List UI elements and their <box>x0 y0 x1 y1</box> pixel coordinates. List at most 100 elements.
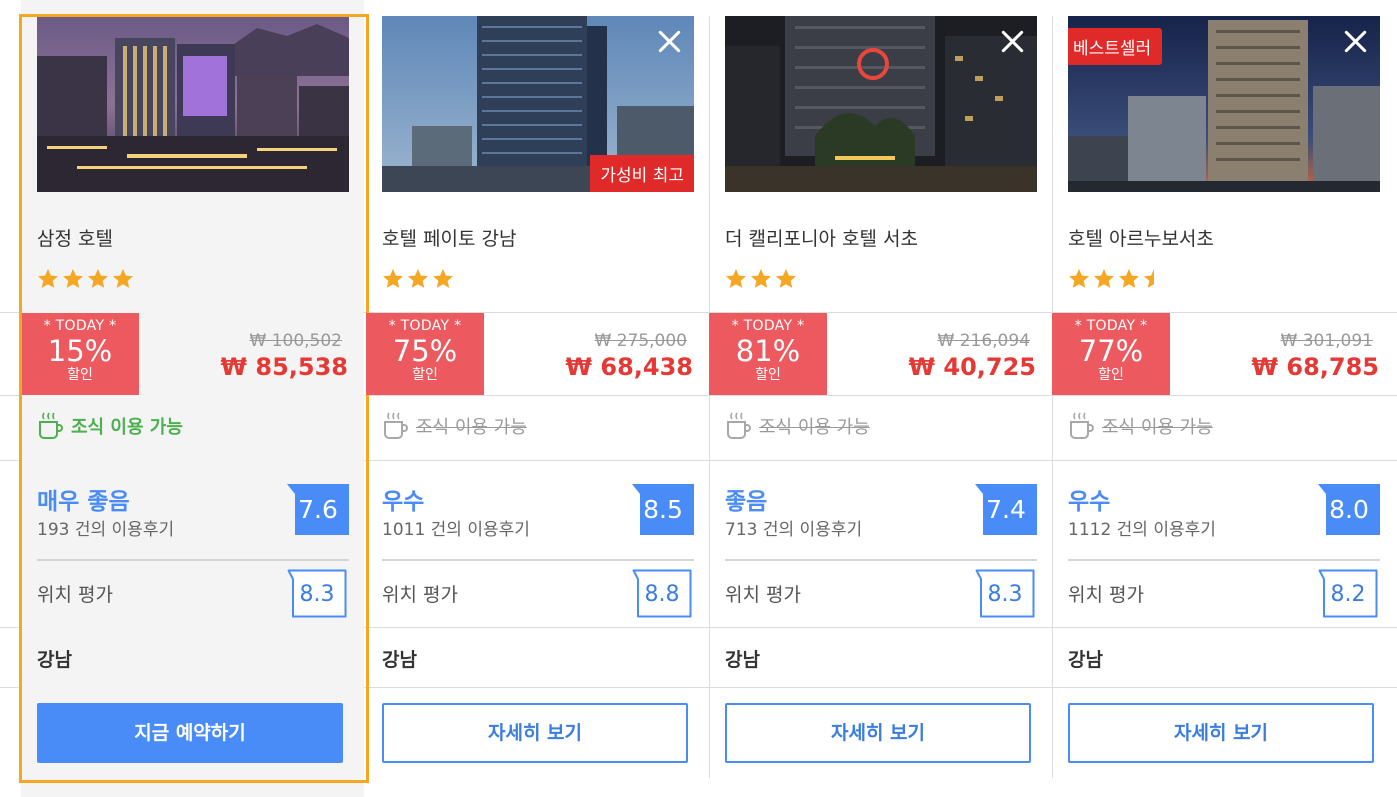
review-score-badge: 7.6 <box>287 484 349 535</box>
close-icon[interactable] <box>656 28 682 54</box>
close-icon[interactable] <box>1342 28 1368 54</box>
divider <box>1068 559 1380 561</box>
view-details-button[interactable]: 자세히 보기 <box>1068 703 1374 763</box>
breakfast-info: 조식 이용 가능 <box>1068 410 1213 442</box>
breakfast-info: 조식 이용 가능 <box>37 410 183 442</box>
star-icon <box>63 269 83 288</box>
star-icon <box>776 269 796 288</box>
review-count[interactable]: 713 건의 이용후기 <box>725 515 862 540</box>
location-score: 8.8 <box>644 582 680 607</box>
district: 강남 <box>725 649 760 671</box>
district: 강남 <box>1068 649 1103 671</box>
rating-word: 우수 <box>382 489 425 515</box>
location-score-badge: 8.3 <box>287 569 347 618</box>
review-score: 7.4 <box>986 495 1026 524</box>
district: 강남 <box>382 649 417 671</box>
today-label: * TODAY * <box>731 318 805 334</box>
original-price: ₩ 100,502 <box>249 331 342 351</box>
rating-word: 매우 좋음 <box>37 489 130 515</box>
star-icon <box>38 269 58 288</box>
star-icon <box>726 269 746 288</box>
deal-row: * TODAY * 75% 할인 ₩ 275,000 ₩ 68,438 <box>366 313 709 395</box>
district: 강남 <box>37 649 72 671</box>
hotel-card[interactable]: 삼정 호텔 * TODAY * 15% 할인 ₩ 100,502 ₩ 85,53… <box>21 0 364 797</box>
discount-percent: 81% <box>735 334 801 368</box>
hotel-name[interactable]: 더 캘리포니아 호텔 서초 <box>725 224 918 251</box>
discount-suffix: 할인 <box>755 367 781 383</box>
hotel-photo[interactable]: 가성비 최고 <box>382 16 694 192</box>
location-label: 위치 평가 <box>382 584 458 606</box>
breakfast-label: 조식 이용 가능 <box>416 417 527 438</box>
discount-badge: * TODAY * 75% 할인 <box>366 313 484 395</box>
original-price: ₩ 275,000 <box>594 331 687 351</box>
discount-suffix: 할인 <box>412 367 438 383</box>
breakfast-info: 조식 이용 가능 <box>725 410 870 442</box>
book-now-button[interactable]: 지금 예약하기 <box>37 703 343 763</box>
discount-percent: 77% <box>1078 334 1144 368</box>
deal-row: * TODAY * 77% 할인 ₩ 301,091 ₩ 68,785 <box>1052 313 1395 395</box>
hotel-photo[interactable] <box>37 16 349 192</box>
discount-suffix: 할인 <box>1098 367 1124 383</box>
close-icon[interactable] <box>999 28 1025 54</box>
star-icon <box>1119 269 1139 288</box>
star-icon <box>1094 269 1114 288</box>
location-score-badge: 8.2 <box>1318 569 1378 618</box>
hotel-photo[interactable]: 베스트셀러 <box>1068 16 1380 192</box>
star-icon <box>433 269 453 288</box>
sale-price: ₩ 40,725 <box>908 353 1036 381</box>
hotel-name[interactable]: 호텔 페이토 강남 <box>382 224 516 251</box>
star-icon <box>751 269 771 288</box>
discount-badge: * TODAY * 15% 할인 <box>21 313 139 395</box>
star-rating <box>382 268 457 294</box>
location-label: 위치 평가 <box>1068 584 1144 606</box>
location-score: 8.2 <box>1330 582 1366 607</box>
review-score-badge: 7.4 <box>975 484 1037 535</box>
review-score-badge: 8.0 <box>1318 484 1380 535</box>
hotel-name[interactable]: 호텔 아르누보서초 <box>1068 224 1214 251</box>
original-price: ₩ 216,094 <box>937 331 1030 351</box>
review-count[interactable]: 1011 건의 이용후기 <box>382 515 530 540</box>
location-label: 위치 평가 <box>37 584 113 606</box>
breakfast-info: 조식 이용 가능 <box>382 410 527 442</box>
view-details-button[interactable]: 자세히 보기 <box>725 703 1031 763</box>
bestseller-badge: 베스트셀러 <box>1068 28 1163 65</box>
star-rating <box>725 268 800 294</box>
review-score: 8.5 <box>643 495 683 524</box>
sale-price: ₩ 68,785 <box>1251 353 1379 381</box>
location-score-badge: 8.3 <box>975 569 1035 618</box>
coffee-cup-icon <box>384 412 408 439</box>
review-score-badge: 8.5 <box>632 484 694 535</box>
breakfast-label: 조식 이용 가능 <box>759 417 870 438</box>
rating-word: 좋음 <box>725 489 768 515</box>
hotel-card[interactable]: 베스트셀러 호텔 아르누보서초 * TODAY * 77% 할인 ₩ 301,0… <box>1052 0 1395 797</box>
star-rating <box>1068 268 1168 294</box>
view-details-button[interactable]: 자세히 보기 <box>382 703 688 763</box>
sale-price: ₩ 68,438 <box>565 353 693 381</box>
breakfast-label: 조식 이용 가능 <box>1102 417 1213 438</box>
hotel-name[interactable]: 삼정 호텔 <box>37 224 113 251</box>
review-count[interactable]: 1112 건의 이용후기 <box>1068 515 1216 540</box>
review-score: 8.0 <box>1329 495 1369 524</box>
star-icon <box>1069 269 1089 288</box>
discount-badge: * TODAY * 77% 할인 <box>1052 313 1170 395</box>
hotel-card[interactable]: 가성비 최고 호텔 페이토 강남 * TODAY * 75% 할인 ₩ 275,… <box>366 0 709 797</box>
deal-row: * TODAY * 15% 할인 ₩ 100,502 ₩ 85,538 <box>21 313 364 395</box>
star-icon <box>1144 269 1154 288</box>
value-badge: 가성비 최고 <box>590 155 694 192</box>
today-label: * TODAY * <box>388 318 462 334</box>
star-icon <box>383 269 403 288</box>
divider <box>725 559 1037 561</box>
star-rating <box>37 268 137 294</box>
location-score: 8.3 <box>987 582 1023 607</box>
hotel-photo[interactable] <box>725 16 1037 192</box>
hotel-card[interactable]: 더 캘리포니아 호텔 서초 * TODAY * 81% 할인 ₩ 216,094… <box>709 0 1052 797</box>
divider <box>37 559 349 561</box>
today-label: * TODAY * <box>43 318 117 334</box>
divider <box>382 559 694 561</box>
discount-percent: 15% <box>47 334 113 368</box>
review-score: 7.6 <box>298 495 338 524</box>
breakfast-label: 조식 이용 가능 <box>71 417 183 438</box>
coffee-cup-icon <box>727 412 751 439</box>
coffee-cup-icon <box>1070 412 1094 439</box>
review-count[interactable]: 193 건의 이용후기 <box>37 515 174 540</box>
